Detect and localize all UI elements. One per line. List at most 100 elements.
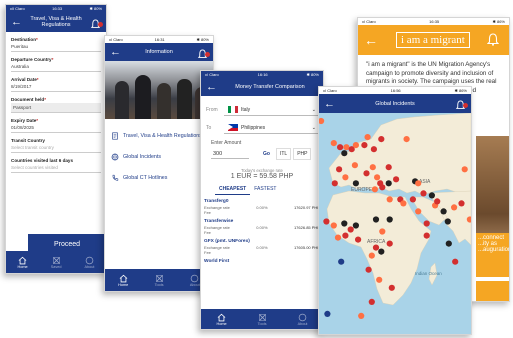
tab-about[interactable]: About	[298, 313, 308, 326]
incident-marker[interactable]	[337, 144, 344, 151]
incident-marker[interactable]	[372, 244, 380, 251]
currency-button-itl[interactable]: ITL	[275, 148, 292, 160]
incident-marker[interactable]	[342, 232, 349, 239]
incident-marker[interactable]	[369, 164, 376, 171]
incident-marker[interactable]	[428, 192, 435, 199]
incident-marker[interactable]	[423, 220, 430, 227]
incident-marker[interactable]	[386, 196, 393, 203]
incident-marker[interactable]	[347, 226, 354, 233]
back-arrow-icon[interactable]: ←	[206, 81, 217, 93]
incident-marker[interactable]	[336, 166, 343, 173]
incident-marker[interactable]	[352, 180, 359, 187]
incident-marker[interactable]	[452, 258, 459, 265]
back-arrow-icon[interactable]: ←	[324, 98, 335, 110]
tab-about[interactable]: About	[85, 256, 94, 269]
back-arrow-icon[interactable]: ←	[110, 46, 121, 58]
incident-marker[interactable]	[374, 174, 381, 181]
tab-home[interactable]: Home	[118, 274, 128, 287]
incident-marker[interactable]	[378, 248, 385, 255]
incident-marker[interactable]	[420, 190, 427, 197]
incident-marker[interactable]	[342, 174, 349, 181]
form-field-input[interactable]: Passport	[11, 103, 101, 113]
incident-marker[interactable]	[393, 176, 400, 183]
incident-marker[interactable]	[363, 170, 370, 177]
notification-bell-icon[interactable]	[455, 98, 468, 109]
incident-marker[interactable]	[379, 228, 386, 235]
form-field-input[interactable]: Select countries visited	[11, 164, 101, 173]
incident-marker[interactable]	[434, 198, 441, 205]
incident-marker[interactable]	[331, 180, 338, 187]
incident-marker[interactable]	[451, 204, 458, 211]
incident-marker[interactable]	[440, 208, 447, 215]
incident-marker[interactable]	[368, 298, 375, 305]
incident-marker[interactable]	[341, 150, 348, 157]
incident-marker[interactable]	[370, 146, 377, 153]
back-arrow-icon[interactable]: ←	[11, 16, 22, 28]
menu-item-global-incidents[interactable]: Global Incidents	[111, 146, 213, 167]
incident-map[interactable]: EUROPE ASIA AFRICA Indian Ocean	[319, 113, 471, 334]
incident-marker[interactable]	[386, 240, 393, 247]
menu-item-ct-hotlines[interactable]: Global CT Hotlines	[111, 167, 213, 188]
incident-marker[interactable]	[343, 144, 350, 151]
back-arrow-icon[interactable]: ←	[364, 32, 378, 48]
incident-marker[interactable]	[358, 312, 365, 319]
tab-tools[interactable]: Tools	[155, 274, 164, 287]
notification-bell-icon[interactable]	[197, 47, 210, 58]
incident-marker[interactable]	[330, 140, 337, 147]
incident-marker[interactable]	[338, 258, 345, 265]
provider-row[interactable]: Transferg0 Exchange rate 0.00% 17620.97 PHP…	[204, 199, 320, 215]
menu-item-travel-regulations[interactable]: Travel, Visa & Health Regulations	[111, 125, 213, 146]
incident-marker[interactable]	[458, 200, 465, 207]
incident-marker[interactable]	[388, 284, 395, 291]
incident-marker[interactable]	[385, 180, 392, 187]
provider-row[interactable]: GFX (pmt. UNForex) Exchange rate 0.00% 1760…	[204, 239, 320, 255]
incident-marker[interactable]	[334, 234, 342, 241]
incident-marker[interactable]	[365, 266, 372, 273]
tab-saved[interactable]: Saved	[51, 256, 61, 269]
incident-marker[interactable]	[415, 208, 422, 215]
form-field-input[interactable]: Pueritau	[11, 43, 101, 52]
incident-marker[interactable]	[444, 218, 451, 225]
incident-marker[interactable]	[415, 180, 422, 187]
provider-row[interactable]: World First	[204, 259, 320, 264]
incident-marker[interactable]	[361, 142, 368, 149]
incident-marker[interactable]	[352, 222, 359, 229]
incident-marker[interactable]	[403, 136, 410, 143]
incident-marker[interactable]	[330, 222, 337, 229]
incident-marker[interactable]	[378, 136, 385, 143]
incident-marker[interactable]	[341, 220, 348, 227]
currency-button-php[interactable]: PHP	[293, 148, 312, 160]
tab-about[interactable]: About	[190, 274, 200, 287]
incident-marker[interactable]	[385, 164, 392, 171]
form-field-input[interactable]: 01/08/2025	[11, 124, 101, 133]
incident-marker[interactable]	[400, 200, 407, 207]
tab-tools[interactable]: Tools	[258, 313, 267, 326]
incident-marker[interactable]	[371, 186, 378, 193]
tab-home[interactable]: Home	[216, 313, 227, 326]
incident-marker[interactable]	[351, 162, 358, 169]
provider-row[interactable]: Transferwise Exchange rate 0.00% 17626.85 P…	[204, 219, 320, 235]
incident-marker[interactable]	[324, 310, 331, 317]
incident-marker[interactable]	[445, 240, 452, 247]
incident-marker[interactable]	[372, 216, 380, 223]
tab-cheapest[interactable]: CHEAPEST	[215, 184, 251, 195]
currency-button-go[interactable]: Go	[259, 148, 274, 160]
incident-marker[interactable]	[423, 232, 430, 239]
incident-marker[interactable]	[379, 184, 386, 191]
incident-marker[interactable]	[323, 218, 330, 225]
notification-bell-icon[interactable]	[486, 33, 500, 51]
amount-input[interactable]: 300	[211, 150, 249, 159]
form-field-input[interactable]: 8/19/2017	[11, 83, 101, 92]
from-country-select[interactable]: Italy ⌄	[224, 104, 318, 116]
tab-home[interactable]: Home	[18, 256, 28, 269]
incident-marker[interactable]	[386, 216, 393, 223]
incident-marker[interactable]	[368, 252, 375, 259]
to-country-select[interactable]: Philippines ⌄	[224, 122, 318, 134]
incident-marker[interactable]	[352, 142, 359, 149]
incident-marker[interactable]	[409, 196, 416, 203]
incident-marker[interactable]	[364, 134, 371, 141]
form-field-input[interactable]: Select transit country	[11, 144, 101, 153]
incident-marker[interactable]	[461, 166, 468, 173]
notification-bell-icon[interactable]	[90, 17, 103, 28]
form-field-input[interactable]: Australia	[11, 63, 101, 72]
